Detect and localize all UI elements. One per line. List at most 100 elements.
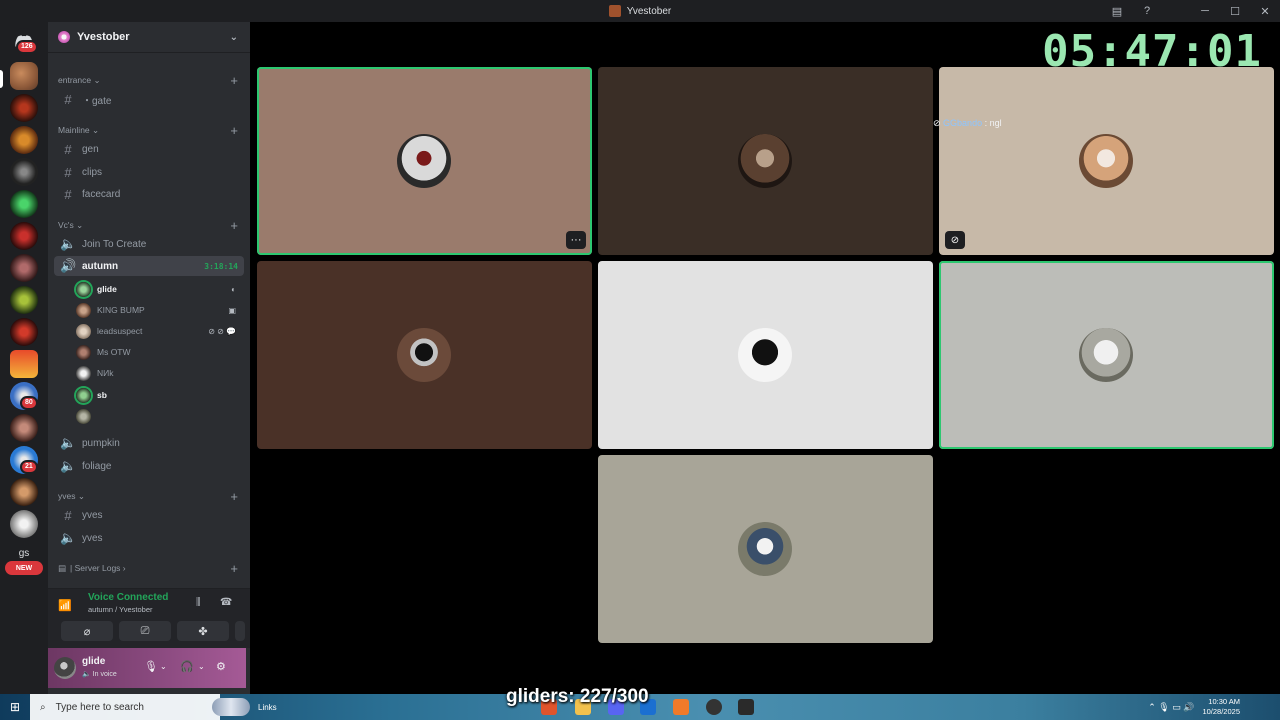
links-toolbar[interactable]: Links — [258, 703, 277, 712]
participant-tile[interactable] — [257, 261, 592, 449]
add-channel-icon[interactable]: + — [230, 218, 238, 233]
avatar — [76, 344, 91, 360]
channel-gen[interactable]: # gen — [54, 139, 244, 159]
mic-options-icon[interactable]: ⌄ — [160, 662, 167, 671]
voice-user[interactable]: glide ◐ — [76, 280, 244, 298]
server-icon-2[interactable] — [10, 94, 38, 122]
maximize-button[interactable]: ☐ — [1220, 0, 1250, 22]
user-status: 🔈 In voice — [82, 671, 117, 678]
share-screen-button[interactable]: ⎚ — [119, 621, 171, 641]
category-entrance[interactable]: entrance ⌄ + — [48, 73, 250, 88]
channel-yves-text[interactable]: # yves — [54, 505, 244, 525]
app-root: Yvestober ▤ ? ─ ☐ ✕ 126 80 21 gs NEW Yve… — [0, 0, 1280, 720]
server-icon-6[interactable] — [10, 222, 38, 250]
channel-facecard[interactable]: # facecard — [54, 184, 244, 204]
new-badge: NEW — [5, 561, 43, 575]
activities-button[interactable]: ✤ — [177, 621, 229, 641]
category-mainline[interactable]: Mainline ⌄ + — [48, 123, 250, 138]
settings-gear-icon[interactable]: ⚙ — [216, 660, 226, 673]
camera-off-icon[interactable]: ⊘ — [945, 231, 965, 249]
channel-clips[interactable]: # clips — [54, 162, 244, 182]
soundboard-button[interactable] — [235, 621, 245, 641]
chevron-down-icon: ⌄ — [229, 31, 238, 43]
server-icon-7[interactable] — [10, 254, 38, 282]
server-icon-15[interactable] — [10, 510, 38, 538]
server-gs[interactable]: gs — [10, 548, 38, 559]
tray-chevron-icon[interactable]: ⌃ — [1148, 702, 1156, 713]
muted-icons: ⊘ ⊘ 💬 — [208, 326, 236, 336]
participant-avatar — [738, 134, 792, 188]
epic-games-icon[interactable] — [738, 699, 754, 715]
taskbar-clock[interactable]: 10:30 AM 10/28/2025 — [1202, 697, 1240, 717]
hash-icon: # — [64, 507, 72, 523]
voice-user[interactable]: NИk — [76, 364, 244, 382]
inbox-icon[interactable]: ▤ — [1102, 0, 1132, 22]
headphone-options-icon[interactable]: ⌄ — [198, 662, 205, 671]
channel-gate[interactable]: # ・gate — [54, 89, 244, 109]
activity-icon: ◐ — [231, 284, 236, 294]
channel-pumpkin[interactable]: 🔈 pumpkin — [54, 433, 244, 453]
participant-tile[interactable] — [598, 261, 933, 449]
server-icon-vault[interactable] — [10, 350, 38, 378]
volume-icon[interactable]: 🔊 — [1183, 702, 1194, 713]
participant-tile[interactable] — [598, 67, 933, 255]
minimize-button[interactable]: ─ — [1190, 0, 1220, 22]
speaker-icon: 🔈 — [60, 458, 77, 473]
noise-suppression-icon[interactable]: ⫼ — [196, 597, 201, 608]
participant-avatar — [397, 328, 451, 382]
windows-start-icon[interactable]: ⊞ — [0, 694, 30, 720]
network-icon[interactable]: ▭ — [1172, 702, 1181, 713]
search-placeholder: Type here to search — [55, 701, 144, 713]
activities-icon: ✤ — [198, 625, 208, 638]
app-taskbar-icon-3[interactable] — [706, 699, 722, 715]
channel-yves-voice[interactable]: 🔈 yves — [54, 528, 244, 548]
voice-status[interactable]: Voice Connected — [88, 592, 168, 603]
add-channel-icon[interactable]: + — [230, 561, 238, 576]
channel-foliage[interactable]: 🔈 foliage — [54, 456, 244, 476]
screen-share-icon: ⎚ — [140, 624, 150, 637]
server-yvestober[interactable] — [10, 62, 38, 90]
help-icon[interactable]: ? — [1132, 0, 1162, 22]
voice-user[interactable]: sb — [76, 386, 244, 404]
app-taskbar-icon-2[interactable] — [673, 699, 689, 715]
video-stage: 05:47:01 ··· ⊘ ⊘ GGbando : ngl — [250, 22, 1280, 694]
headphones-icon[interactable]: 🎧 — [180, 660, 194, 673]
add-channel-icon[interactable]: + — [230, 123, 238, 138]
participant-tile[interactable] — [598, 455, 933, 643]
user-panel[interactable]: glide 🔈 In voice 🎙 ⌄ 🎧 ⌄ ⚙ — [48, 648, 246, 688]
server-icon-8[interactable] — [10, 286, 38, 314]
voice-user[interactable]: KING BUMP ▣ — [76, 301, 244, 319]
search-highlight-icon — [212, 698, 250, 716]
participant-tile[interactable]: ··· — [257, 67, 592, 255]
server-icon-9[interactable] — [10, 318, 38, 346]
category-server-logs[interactable]: ▤ | Server Logs › + — [48, 561, 250, 576]
server-icon-5[interactable] — [10, 190, 38, 218]
close-button[interactable]: ✕ — [1250, 0, 1280, 22]
microphone-icon[interactable]: 🎙 — [144, 660, 158, 673]
add-channel-icon[interactable]: + — [230, 489, 238, 504]
server-icon-4[interactable] — [10, 158, 38, 186]
camera-off-button[interactable]: ⌀ — [61, 621, 113, 641]
category-yves[interactable]: yves ⌄ + — [48, 489, 250, 504]
voice-user[interactable]: Ms OTW — [76, 343, 244, 361]
avatar — [76, 387, 91, 403]
channel-autumn[interactable]: 🔊 autumn 3:18:14 — [54, 256, 244, 276]
server-icon-3[interactable] — [10, 126, 38, 154]
voice-location[interactable]: autumn / Yvestober — [88, 605, 153, 614]
voice-user[interactable]: leadsuspect ⊘ ⊘ 💬 — [76, 322, 244, 340]
disconnect-icon[interactable]: ☎ — [220, 597, 232, 608]
taskbar-search[interactable]: ⌕ Type here to search — [30, 694, 250, 720]
category-vcs[interactable]: Vc's ⌄ + — [48, 218, 250, 233]
add-channel-icon[interactable]: + — [230, 73, 238, 88]
microphone-tray-icon[interactable]: 🎙 — [1158, 702, 1169, 713]
avatar — [76, 323, 91, 339]
voice-user[interactable] — [76, 407, 244, 425]
server-icon-12[interactable] — [10, 414, 38, 442]
participant-tile[interactable]: ⊘ — [939, 67, 1274, 255]
more-options-button[interactable]: ··· — [566, 231, 586, 249]
participant-tile[interactable] — [939, 261, 1274, 449]
user-avatar[interactable] — [54, 657, 76, 679]
channel-join-to-create[interactable]: 🔈 Join To Create — [54, 234, 244, 254]
server-icon-14[interactable] — [10, 478, 38, 506]
server-header[interactable]: Yvestober ⌄ — [48, 22, 250, 53]
